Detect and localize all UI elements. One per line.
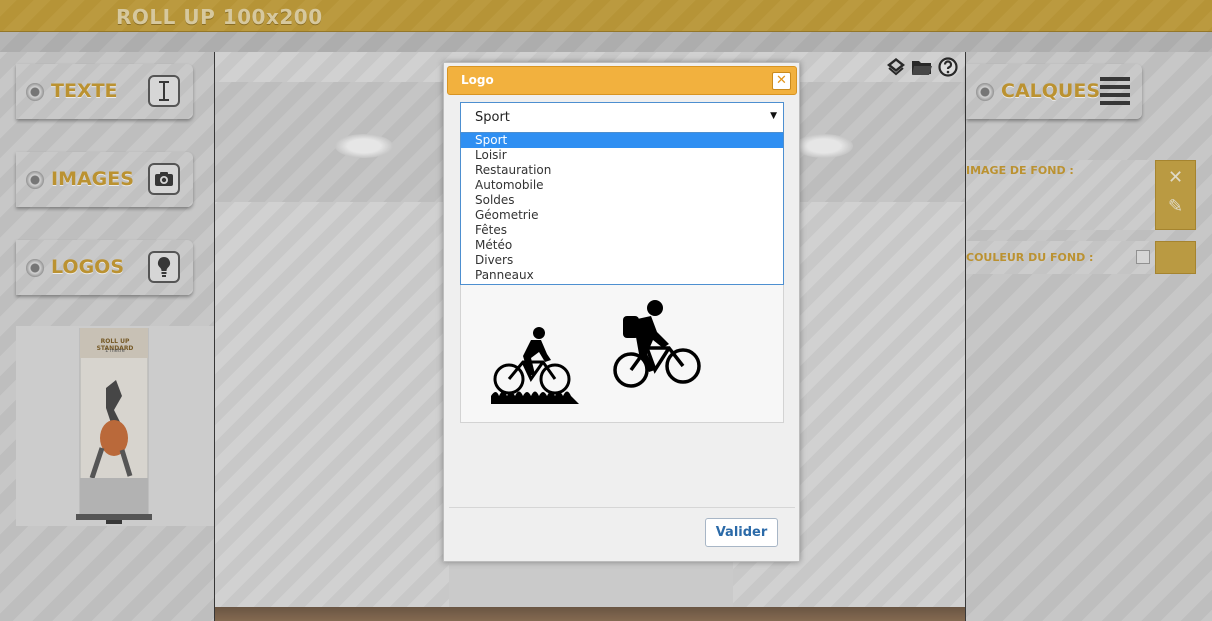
category-option[interactable]: Automobile bbox=[461, 178, 783, 193]
category-option[interactable]: Fêtes bbox=[461, 223, 783, 238]
category-option[interactable]: Restauration bbox=[461, 163, 783, 178]
cyclist-on-grass-icon[interactable] bbox=[491, 324, 581, 408]
valider-button[interactable]: Valider bbox=[705, 518, 778, 547]
category-dropdown-list: Sport Loisir Restauration Automobile Soldes G… bbox=[460, 133, 784, 285]
category-option[interactable]: Soldes bbox=[461, 193, 783, 208]
category-option[interactable]: Loisir bbox=[461, 148, 783, 163]
dropdown-arrow-icon: ▼ bbox=[770, 111, 777, 121]
category-option[interactable]: Panneaux bbox=[461, 268, 783, 283]
modal-footer-divider bbox=[449, 507, 795, 508]
modal-title: Logo bbox=[461, 73, 494, 87]
category-option[interactable]: Météo bbox=[461, 238, 783, 253]
logo-modal: Logo ✕ Sport ▼ Sport Loisir Restauration Au… bbox=[443, 62, 800, 562]
mountain-biker-icon[interactable] bbox=[611, 298, 703, 398]
logo-gallery bbox=[460, 283, 784, 423]
close-icon[interactable]: ✕ bbox=[772, 72, 791, 90]
category-option[interactable]: Sport bbox=[461, 133, 783, 148]
modal-header: Logo ✕ bbox=[447, 66, 797, 95]
category-option[interactable]: Géometrie bbox=[461, 208, 783, 223]
category-select[interactable]: Sport ▼ bbox=[460, 102, 784, 133]
category-select-value: Sport bbox=[475, 110, 510, 125]
category-option[interactable]: Divers bbox=[461, 253, 783, 268]
